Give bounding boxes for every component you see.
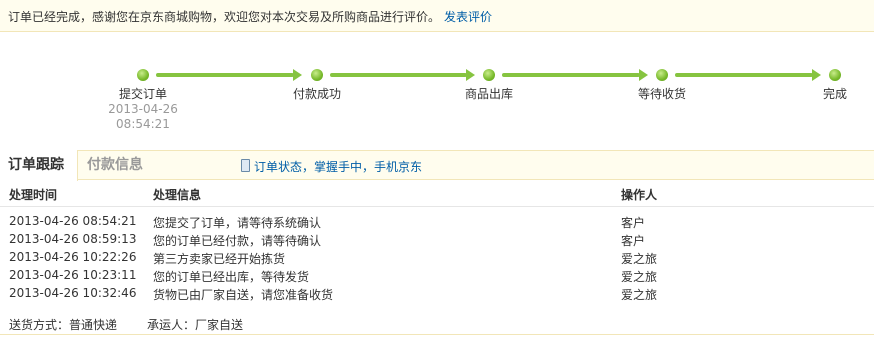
row-operator: 客户 bbox=[621, 234, 646, 248]
row-time: 2013-04-26 10:23:11 bbox=[9, 268, 137, 282]
completion-notice-bar: 订单已经完成，感谢您在京东商城购物，欢迎您对本次交易及所购商品进行评价。 发表评价 bbox=[0, 0, 874, 32]
mobile-app-promo-link[interactable]: 订单状态，掌握手中，手机京东 bbox=[241, 158, 422, 175]
progress-node-submit bbox=[137, 69, 149, 81]
order-tabs-bar: 订单跟踪 付款信息 订单状态，掌握手中，手机京东 bbox=[0, 150, 874, 181]
step-label-awaiting: 等待收货 bbox=[637, 87, 686, 101]
header-process-info: 处理信息 bbox=[153, 188, 202, 202]
progress-connector-3 bbox=[502, 73, 640, 77]
carrier-value: 厂家自送 bbox=[195, 318, 244, 332]
progress-connector-4 bbox=[675, 73, 813, 77]
step-time-submit: 08:54:21 bbox=[116, 117, 170, 131]
progress-connector-2 bbox=[330, 73, 467, 77]
completion-message: 订单已经完成，感谢您在京东商城购物，欢迎您对本次交易及所购商品进行评价。 发表评价 bbox=[8, 8, 492, 25]
step-label-paid: 付款成功 bbox=[292, 87, 341, 101]
arrow-right-icon bbox=[466, 69, 475, 81]
shipping-method-value: 普通快递 bbox=[69, 318, 118, 332]
row-info: 您提交了订单，请等待系统确认 bbox=[153, 216, 322, 230]
order-progress-tracker: 提交订单 2013-04-26 08:54:21 付款成功 商品出库 等待收货 … bbox=[0, 32, 874, 150]
tab-payment-info[interactable]: 付款信息 bbox=[79, 150, 157, 181]
header-operator: 操作人 bbox=[621, 188, 658, 202]
table-header-divider bbox=[0, 206, 874, 207]
progress-node-complete bbox=[829, 69, 841, 81]
row-operator: 爱之旅 bbox=[621, 270, 658, 284]
progress-node-awaiting bbox=[656, 69, 668, 81]
tab-order-tracking[interactable]: 订单跟踪 bbox=[0, 150, 78, 181]
row-operator: 爱之旅 bbox=[621, 252, 658, 266]
row-time: 2013-04-26 08:54:21 bbox=[9, 214, 137, 228]
row-info: 货物已由厂家自送，请您准备收货 bbox=[153, 288, 334, 302]
mobile-phone-icon bbox=[241, 159, 250, 172]
shipping-method: 送货方式：普通快递 bbox=[9, 316, 117, 333]
step-label-shipped: 商品出库 bbox=[464, 87, 513, 101]
progress-node-shipped bbox=[483, 69, 495, 81]
row-time: 2013-04-26 08:59:13 bbox=[9, 232, 137, 246]
step-date-submit: 2013-04-26 bbox=[108, 102, 178, 116]
row-info: 第三方卖家已经开始拣货 bbox=[153, 252, 286, 266]
progress-connector-1 bbox=[156, 73, 294, 77]
row-info: 您的订单已经出库，等待发货 bbox=[153, 270, 310, 284]
progress-node-paid bbox=[311, 69, 323, 81]
step-label-complete: 完成 bbox=[822, 87, 847, 101]
row-info: 您的订单已经付款，请等待确认 bbox=[153, 234, 322, 248]
arrow-right-icon bbox=[812, 69, 821, 81]
shipping-method-label: 送货方式： bbox=[9, 318, 70, 332]
arrow-right-icon bbox=[293, 69, 302, 81]
arrow-right-icon bbox=[639, 69, 648, 81]
completion-message-text: 订单已经完成，感谢您在京东商城购物，欢迎您对本次交易及所购商品进行评价。 bbox=[8, 10, 441, 24]
mobile-app-promo-text: 订单状态，掌握手中，手机京东 bbox=[254, 160, 423, 174]
carrier: 承运人：厂家自送 bbox=[147, 316, 243, 333]
carrier-label: 承运人： bbox=[147, 318, 196, 332]
row-time: 2013-04-26 10:32:46 bbox=[9, 286, 137, 300]
bottom-divider bbox=[0, 334, 874, 335]
row-operator: 客户 bbox=[621, 216, 646, 230]
write-review-link[interactable]: 发表评价 bbox=[444, 10, 492, 24]
row-time: 2013-04-26 10:22:26 bbox=[9, 250, 137, 264]
step-label-submit: 提交订单 bbox=[118, 87, 167, 101]
header-process-time: 处理时间 bbox=[9, 188, 58, 202]
row-operator: 爱之旅 bbox=[621, 288, 658, 302]
